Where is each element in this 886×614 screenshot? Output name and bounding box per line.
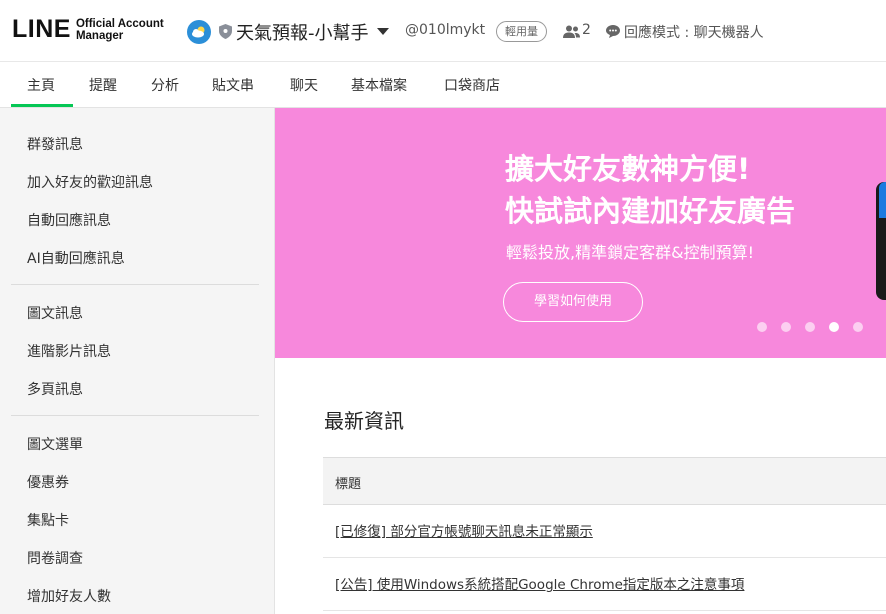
logo-subtitle-line1: Official Account — [75, 17, 164, 30]
sidebar-item-coupons[interactable]: 優惠券 — [27, 472, 69, 492]
news-link[interactable]: [已修復] 部分官方帳號聊天訊息未正常顯示 — [335, 520, 593, 540]
banner-title: 擴大好友數神方便! 快試試內建加好友廣告 — [505, 148, 795, 232]
top-header: LINE Official Account Manager 天氣預報-小幫手 @… — [0, 0, 886, 62]
tab-reminders[interactable]: 提醒 — [89, 75, 117, 95]
tab-pocket-shop[interactable]: 口袋商店 — [444, 75, 500, 95]
sidebar-item-rich-menu[interactable]: 圖文選單 — [27, 434, 83, 454]
learn-how-button[interactable]: 學習如何使用 — [503, 282, 643, 322]
carousel-dot-3[interactable] — [805, 322, 815, 332]
tab-timeline[interactable]: 貼文串 — [212, 75, 254, 95]
sidebar-item-reward-cards[interactable]: 集點卡 — [27, 510, 69, 530]
carousel-dot-5[interactable] — [853, 322, 863, 332]
weather-cloud-icon — [192, 26, 205, 38]
banner-subtitle: 輕鬆投放,精準鎖定客群&控制預算! — [506, 243, 754, 262]
news-section-title: 最新資訊 — [324, 409, 404, 433]
tab-home[interactable]: 主頁 — [27, 75, 55, 95]
tab-profile[interactable]: 基本檔案 — [351, 75, 407, 95]
chevron-down-icon[interactable] — [377, 28, 389, 35]
sidebar-divider — [11, 415, 259, 416]
logo-subtitle-line2: Manager — [75, 29, 124, 42]
sidebar-item-rich-message[interactable]: 圖文訊息 — [27, 303, 83, 323]
chat-bubble-icon — [606, 25, 620, 38]
response-mode-status[interactable]: 回應模式 : 聊天機器人 — [624, 22, 764, 42]
sidebar-item-ai-auto-reply[interactable]: AI自動回應訊息 — [27, 248, 125, 268]
line-oa-manager-logo[interactable]: LINE Official Account Manager — [12, 17, 164, 42]
sidebar-item-card-message[interactable]: 多頁訊息 — [27, 379, 83, 399]
news-row: [公告] 使用Windows系統搭配Google Chrome指定版本之注意事項 — [323, 558, 886, 611]
sidebar-item-gain-friends[interactable]: 增加好友人數 — [27, 586, 111, 606]
news-link[interactable]: [公告] 使用Windows系統搭配Google Chrome指定版本之注意事項 — [335, 573, 744, 593]
account-avatar[interactable] — [187, 20, 211, 44]
sidebar-item-rich-video[interactable]: 進階影片訊息 — [27, 341, 111, 361]
phone-screen-illustration — [879, 182, 886, 218]
active-tab-indicator — [11, 104, 73, 107]
banner-title-line2: 快試試內建加好友廣告 — [505, 194, 796, 228]
sidebar-item-surveys[interactable]: 問卷調查 — [27, 548, 83, 568]
promo-banner[interactable]: 擴大好友數神方便! 快試試內建加好友廣告 輕鬆投放,精準鎖定客群&控制預算! 學… — [275, 108, 886, 358]
column-header-title: 標題 — [335, 477, 362, 492]
logo-wordmark: LINE — [12, 15, 71, 43]
main-tabs: 主頁 提醒 分析 貼文串 聊天 基本檔案 口袋商店 — [0, 62, 886, 108]
news-row: [已修復] 部分官方帳號聊天訊息未正常顯示 — [323, 505, 886, 558]
tab-analytics[interactable]: 分析 — [151, 75, 179, 95]
account-name[interactable]: 天氣預報-小幫手 — [236, 19, 369, 45]
news-table-header: 標題 — [323, 457, 886, 505]
tab-chat[interactable]: 聊天 — [290, 75, 318, 95]
sidebar-item-greeting-message[interactable]: 加入好友的歡迎訊息 — [27, 172, 153, 192]
logo-subtitle: Official Account Manager — [76, 18, 164, 42]
sidebar-item-auto-reply[interactable]: 自動回應訊息 — [27, 210, 111, 230]
carousel-dot-1[interactable] — [757, 322, 767, 332]
sidebar-item-broadcast[interactable]: 群發訊息 — [27, 134, 83, 154]
members-count[interactable]: 2 — [582, 22, 591, 38]
sidebar-divider — [11, 284, 259, 285]
sidebar: 群發訊息 加入好友的歡迎訊息 自動回應訊息 AI自動回應訊息 圖文訊息 進階影片… — [0, 108, 275, 614]
banner-title-line1: 擴大好友數神方便! — [505, 152, 751, 186]
carousel-dot-4[interactable] — [829, 322, 839, 332]
account-id: @010lmykt — [405, 22, 486, 38]
carousel-dot-2[interactable] — [781, 322, 791, 332]
members-icon — [563, 25, 580, 38]
verified-shield-icon — [219, 24, 232, 39]
plan-badge[interactable]: 輕用量 — [496, 21, 547, 42]
